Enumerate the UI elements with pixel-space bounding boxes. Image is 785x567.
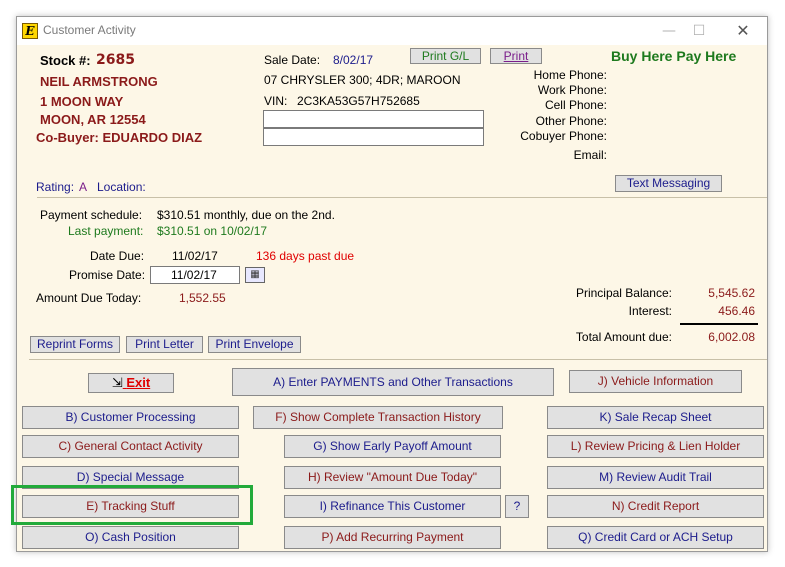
payment-schedule-label: Payment schedule: bbox=[40, 208, 143, 222]
title-bar[interactable]: E Customer Activity — ☐ ✕ bbox=[17, 17, 767, 45]
audit-trail-button[interactable]: M) Review Audit Trail bbox=[547, 466, 764, 489]
customer-address1: 1 MOON WAY bbox=[40, 94, 124, 109]
rating-value: A bbox=[79, 180, 88, 194]
recurring-payment-button[interactable]: P) Add Recurring Payment bbox=[284, 526, 501, 549]
payment-schedule-value: $310.51 monthly, due on the 2nd. bbox=[157, 208, 335, 222]
interest-value: 456.46 bbox=[718, 304, 755, 318]
customer-activity-window: E Customer Activity — ☐ ✕ Stock #: 2685 … bbox=[16, 16, 768, 552]
location-label: Location: bbox=[97, 180, 146, 194]
total-amount-value: 6,002.08 bbox=[708, 330, 755, 344]
past-due-status: 136 days past due bbox=[256, 249, 355, 263]
sale-recap-button[interactable]: K) Sale Recap Sheet bbox=[547, 406, 764, 429]
text-messaging-button[interactable]: Text Messaging bbox=[615, 175, 722, 192]
notes-field-2[interactable] bbox=[263, 128, 484, 146]
print-letter-button[interactable]: Print Letter bbox=[126, 336, 203, 353]
early-payoff-button[interactable]: G) Show Early Payoff Amount bbox=[284, 435, 501, 458]
calendar-icon[interactable]: ▦ bbox=[245, 267, 265, 283]
credit-card-ach-button[interactable]: Q) Credit Card or ACH Setup bbox=[547, 526, 764, 549]
vin-value: 2C3KA53G57H752685 bbox=[297, 94, 420, 108]
print-button[interactable]: Print bbox=[490, 48, 542, 64]
enter-payments-button[interactable]: A) Enter PAYMENTS and Other Transactions bbox=[232, 368, 554, 396]
last-payment-label: Last payment: bbox=[68, 224, 144, 238]
minimize-icon[interactable]: — bbox=[655, 21, 683, 41]
contact-activity-button[interactable]: C) General Contact Activity bbox=[22, 435, 239, 458]
window-title: Customer Activity bbox=[43, 23, 136, 37]
email-label: Email: bbox=[573, 148, 607, 162]
reprint-forms-button[interactable]: Reprint Forms bbox=[30, 336, 120, 353]
help-button[interactable]: ? bbox=[505, 495, 529, 518]
print-envelope-button[interactable]: Print Envelope bbox=[208, 336, 301, 353]
exit-door-icon: ⇲ bbox=[111, 375, 123, 390]
sale-date-label: Sale Date: bbox=[264, 53, 321, 67]
transaction-history-button[interactable]: F) Show Complete Transaction History bbox=[253, 406, 503, 429]
section-divider-bottom bbox=[29, 359, 767, 360]
section-divider-top bbox=[37, 197, 767, 198]
principal-balance-value: 5,545.62 bbox=[708, 286, 755, 300]
vin-label: VIN: bbox=[264, 94, 288, 108]
refinance-button[interactable]: I) Refinance This Customer bbox=[284, 495, 501, 518]
customer-processing-button[interactable]: B) Customer Processing bbox=[22, 406, 239, 429]
print-gl-button[interactable]: Print G/L bbox=[410, 48, 481, 64]
date-due-value: 11/02/17 bbox=[172, 249, 218, 263]
exit-label: Exit bbox=[126, 375, 151, 390]
close-icon[interactable]: ✕ bbox=[729, 21, 757, 41]
credit-report-button[interactable]: N) Credit Report bbox=[547, 495, 764, 518]
other-phone-label: Other Phone: bbox=[535, 114, 607, 128]
cell-phone-label: Cell Phone: bbox=[544, 98, 607, 112]
app-logo-icon: E bbox=[22, 23, 38, 39]
rating-label: Rating: bbox=[36, 180, 75, 194]
cash-position-button[interactable]: O) Cash Position bbox=[22, 526, 239, 549]
stock-label: Stock #: bbox=[40, 53, 91, 68]
last-payment-value: $310.51 on 10/02/17 bbox=[157, 224, 268, 238]
promise-date-input[interactable]: 11/02/17 bbox=[150, 266, 240, 284]
review-pricing-button[interactable]: L) Review Pricing & Lien Holder bbox=[547, 435, 764, 458]
exit-button[interactable]: ⇲ Exit bbox=[88, 373, 174, 393]
brand-title: Buy Here Pay Here bbox=[611, 48, 737, 64]
vehicle-description: 07 CHRYSLER 300; 4DR; MAROON bbox=[264, 73, 461, 87]
amount-due-label: Amount Due Today: bbox=[36, 291, 142, 305]
highlight-box bbox=[11, 485, 253, 525]
review-amount-due-button[interactable]: H) Review "Amount Due Today" bbox=[284, 466, 501, 489]
work-phone-label: Work Phone: bbox=[537, 83, 607, 97]
notes-field-1[interactable] bbox=[263, 110, 484, 128]
total-rule bbox=[680, 323, 758, 325]
sale-date: 8/02/17 bbox=[333, 53, 374, 67]
customer-name: NEIL ARMSTRONG bbox=[40, 74, 158, 89]
stock-number: 2685 bbox=[96, 52, 135, 68]
vehicle-information-button[interactable]: J) Vehicle Information bbox=[569, 370, 742, 393]
date-due-label: Date Due: bbox=[90, 249, 145, 263]
total-amount-label: Total Amount due: bbox=[575, 330, 672, 344]
cobuyer-phone-label: Cobuyer Phone: bbox=[520, 129, 607, 143]
interest-label: Interest: bbox=[628, 304, 672, 318]
cobuyer-name: Co-Buyer: EDUARDO DIAZ bbox=[36, 130, 203, 145]
maximize-icon[interactable]: ☐ bbox=[685, 21, 713, 41]
promise-date-label: Promise Date: bbox=[69, 268, 146, 282]
home-phone-label: Home Phone: bbox=[533, 68, 607, 82]
principal-balance-label: Principal Balance: bbox=[575, 286, 672, 300]
amount-due-value: 1,552.55 bbox=[179, 291, 226, 305]
customer-address2: MOON, AR 12554 bbox=[40, 112, 146, 127]
